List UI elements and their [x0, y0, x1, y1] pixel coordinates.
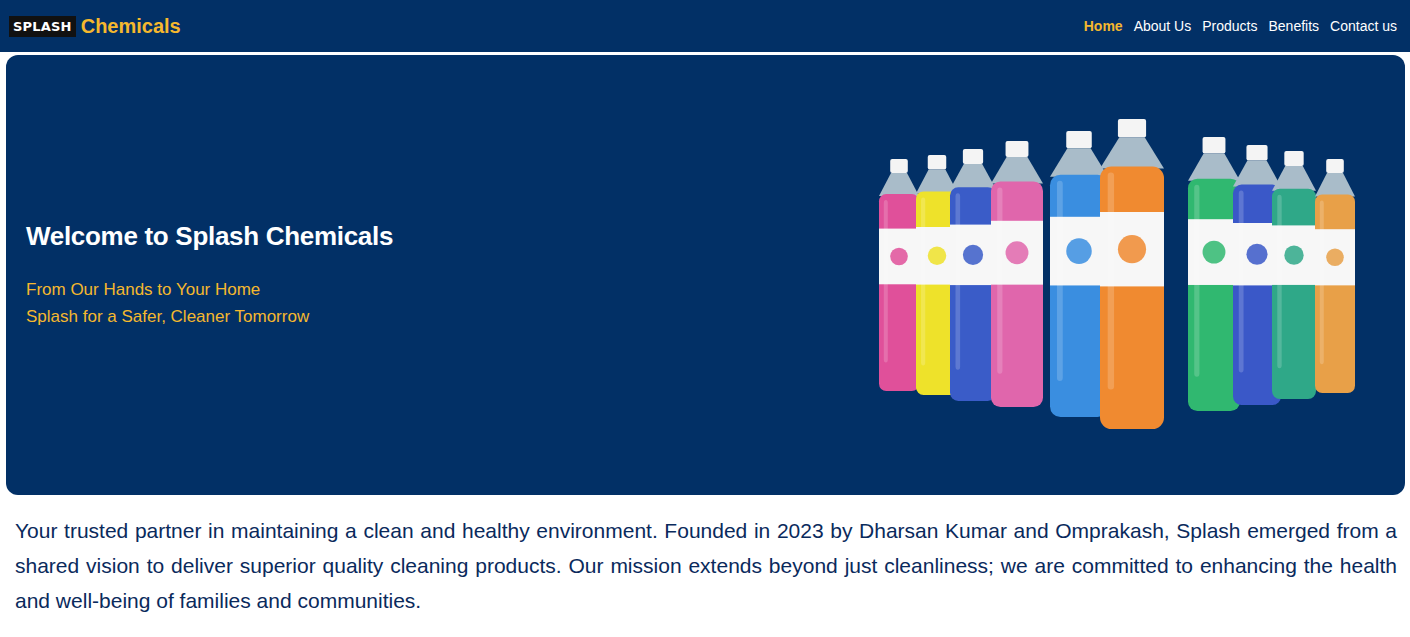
- nav-link[interactable]: About Us: [1134, 16, 1192, 36]
- nav-link[interactable]: Products: [1202, 16, 1257, 36]
- hero-taglines: From Our Hands to Your HomeSplash for a …: [26, 276, 393, 330]
- hero-tagline: From Our Hands to Your Home: [26, 276, 393, 303]
- brand-name: Chemicals: [81, 15, 181, 38]
- product-bottles-image: [869, 119, 1379, 449]
- hero-banner: Welcome to Splash Chemicals From Our Han…: [6, 55, 1405, 495]
- intro-paragraph: Your trusted partner in maintaining a cl…: [15, 513, 1397, 618]
- brand-badge: SPLASH: [9, 16, 76, 37]
- hero-tagline: Splash for a Safer, Cleaner Tomorrow: [26, 303, 393, 330]
- nav-link[interactable]: Benefits: [1268, 16, 1319, 36]
- nav-menu: Home About Us Products Benefits Contact us: [1084, 16, 1397, 36]
- hero-title: Welcome to Splash Chemicals: [26, 221, 393, 252]
- brand-logo[interactable]: SPLASH Chemicals: [9, 15, 181, 38]
- hero-text: Welcome to Splash Chemicals From Our Han…: [26, 221, 393, 330]
- nav-link[interactable]: Contact us: [1330, 16, 1397, 36]
- navbar: SPLASH Chemicals Home About Us Products Ben…: [0, 0, 1410, 52]
- nav-link[interactable]: Home: [1084, 16, 1123, 36]
